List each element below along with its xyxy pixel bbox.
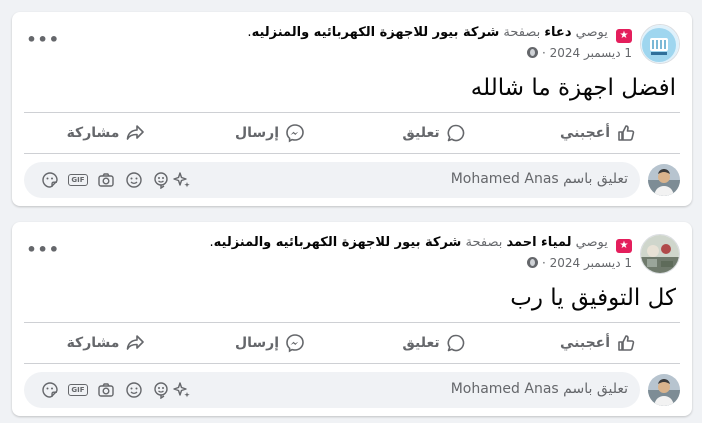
send-button[interactable]: إرسال bbox=[188, 323, 352, 363]
sparkle-icon[interactable] bbox=[172, 170, 192, 190]
post-card: ★ يوصي لمياء احمد بصفحة شركة بيور للاجهز… bbox=[12, 222, 692, 416]
send-button[interactable]: إرسال bbox=[188, 113, 352, 153]
comment-input[interactable]: تعليق باسم Mohamed Anas GIF bbox=[24, 162, 640, 198]
comment-label: تعليق bbox=[402, 335, 440, 351]
author-name[interactable]: دعاء bbox=[544, 25, 571, 40]
on-page-prefix: بصفحة bbox=[465, 235, 503, 250]
comment-button[interactable]: تعليق bbox=[352, 113, 516, 153]
author-avatar[interactable] bbox=[640, 234, 680, 274]
emoji-icon[interactable] bbox=[124, 170, 144, 190]
composer-tools: GIF bbox=[32, 170, 192, 190]
like-icon bbox=[618, 335, 635, 351]
post-meta: ★ يوصي دعاء بصفحة شركة بيور للاجهزة الكه… bbox=[247, 24, 632, 61]
recommend-badge-icon: ★ bbox=[616, 29, 632, 43]
gif-label: GIF bbox=[68, 174, 88, 186]
gif-icon[interactable]: GIF bbox=[68, 170, 88, 190]
page-name-link[interactable]: شركة بيور للاجهزة الكهربائيه والمنزليه bbox=[214, 235, 462, 250]
send-label: إرسال bbox=[234, 125, 280, 141]
comment-placeholder: تعليق باسم Mohamed Anas bbox=[450, 381, 628, 397]
post-headline: ★ يوصي لمياء احمد بصفحة شركة بيور للاجهز… bbox=[210, 234, 632, 253]
post-body: افضل اجهزة ما شالله bbox=[470, 75, 676, 101]
gif-label: GIF bbox=[68, 384, 88, 396]
share-button[interactable]: مشاركة bbox=[24, 113, 188, 153]
sticker-icon[interactable] bbox=[40, 170, 60, 190]
like-icon bbox=[618, 125, 635, 141]
share-button[interactable]: مشاركة bbox=[24, 323, 188, 363]
globe-icon bbox=[527, 257, 539, 268]
gif-icon[interactable]: GIF bbox=[68, 380, 88, 400]
post-date-line: 1 ديسمبر 2024 · bbox=[210, 255, 632, 271]
more-options-button[interactable]: ••• bbox=[26, 240, 60, 260]
via-label: يوصي bbox=[575, 25, 608, 40]
like-label: أعجبني bbox=[559, 335, 611, 351]
date-separator: · bbox=[541, 46, 546, 60]
share-icon bbox=[127, 125, 145, 140]
share-label: مشاركة bbox=[66, 125, 120, 141]
like-button[interactable]: أعجبني bbox=[516, 323, 680, 363]
post-actions: أعجبني تعليق إرسال مشاركة bbox=[24, 112, 680, 154]
comment-input[interactable]: تعليق باسم Mohamed Anas GIF bbox=[24, 372, 640, 408]
on-page-prefix: بصفحة bbox=[503, 25, 541, 40]
post-meta: ★ يوصي لمياء احمد بصفحة شركة بيور للاجهز… bbox=[210, 234, 632, 271]
post-date-line: 1 ديسمبر 2024 · bbox=[247, 45, 632, 61]
comment-composer: تعليق باسم Mohamed Anas GIF bbox=[24, 372, 680, 408]
composer-tools: GIF bbox=[32, 380, 192, 400]
post-header: ★ يوصي دعاء بصفحة شركة بيور للاجهزة الكه… bbox=[24, 24, 680, 68]
post-body: كل التوفيق يا رب bbox=[510, 285, 676, 311]
share-icon bbox=[127, 335, 145, 350]
sparkle-icon[interactable] bbox=[172, 380, 192, 400]
comment-placeholder: تعليق باسم Mohamed Anas bbox=[450, 171, 628, 187]
messenger-icon bbox=[286, 334, 304, 353]
post-header: ★ يوصي لمياء احمد بصفحة شركة بيور للاجهز… bbox=[24, 234, 680, 278]
camera-icon[interactable] bbox=[96, 170, 116, 190]
comment-button[interactable]: تعليق bbox=[352, 323, 516, 363]
post-date[interactable]: 1 ديسمبر 2024 bbox=[550, 46, 632, 60]
user-avatar[interactable] bbox=[648, 374, 680, 406]
emoji-icon[interactable] bbox=[124, 380, 144, 400]
post-card: ★ يوصي دعاء بصفحة شركة بيور للاجهزة الكه… bbox=[12, 12, 692, 206]
post-headline: ★ يوصي دعاء بصفحة شركة بيور للاجهزة الكه… bbox=[247, 24, 632, 43]
avatar-sticker-icon[interactable] bbox=[152, 170, 172, 190]
via-label: يوصي bbox=[575, 235, 608, 250]
page-avatar[interactable] bbox=[640, 24, 680, 64]
avatar-sticker-icon[interactable] bbox=[152, 380, 172, 400]
page-name-link[interactable]: شركة بيور للاجهزة الكهربائيه والمنزليه bbox=[252, 25, 500, 40]
like-button[interactable]: أعجبني bbox=[516, 113, 680, 153]
post-actions: أعجبني تعليق إرسال مشاركة bbox=[24, 322, 680, 364]
like-label: أعجبني bbox=[559, 125, 611, 141]
globe-icon bbox=[527, 47, 539, 58]
author-name[interactable]: لمياء احمد bbox=[506, 235, 571, 250]
share-label: مشاركة bbox=[66, 335, 120, 351]
sticker-icon[interactable] bbox=[40, 380, 60, 400]
comment-icon bbox=[447, 124, 464, 142]
comment-label: تعليق bbox=[402, 125, 440, 141]
messenger-icon bbox=[286, 124, 304, 143]
camera-icon[interactable] bbox=[96, 380, 116, 400]
recommend-badge-icon: ★ bbox=[616, 239, 632, 253]
user-avatar[interactable] bbox=[648, 164, 680, 196]
more-options-button[interactable]: ••• bbox=[26, 30, 60, 50]
comment-icon bbox=[447, 334, 464, 352]
post-date[interactable]: 1 ديسمبر 2024 bbox=[550, 256, 632, 270]
date-separator: · bbox=[541, 256, 546, 270]
send-label: إرسال bbox=[234, 335, 280, 351]
comment-composer: تعليق باسم Mohamed Anas GIF bbox=[24, 162, 680, 198]
